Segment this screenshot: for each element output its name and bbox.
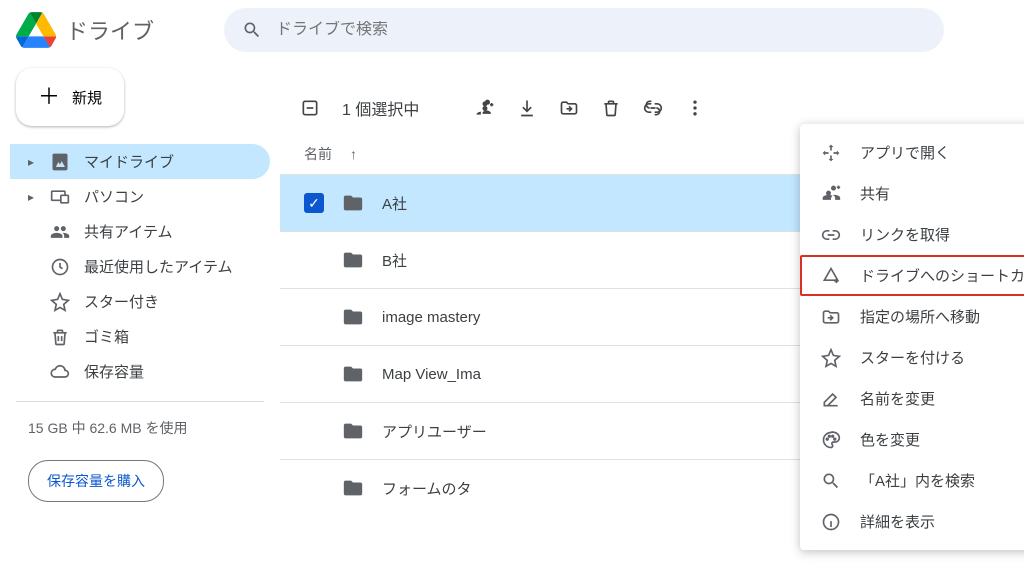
link-icon[interactable] bbox=[643, 98, 663, 118]
selection-count: 1 個選択中 bbox=[342, 96, 419, 120]
drive-icon bbox=[50, 152, 70, 172]
storage-usage-text: 15 GB 中 62.6 MB を使用 bbox=[10, 414, 270, 442]
folder-icon bbox=[342, 192, 364, 214]
folder-icon bbox=[342, 306, 364, 328]
folder-icon bbox=[342, 249, 364, 271]
row-name: image mastery bbox=[382, 309, 480, 326]
sidebar-item-shared[interactable]: 共有アイテム bbox=[10, 214, 270, 249]
menu-open-with[interactable]: アプリで開く › bbox=[800, 132, 1024, 173]
menu-label: ドライブへのショートカットを追加 bbox=[860, 265, 1024, 286]
menu-change-color[interactable]: 色を変更 › bbox=[800, 419, 1024, 460]
chevron-right-icon: ▸ bbox=[28, 155, 36, 169]
row-name: アプリユーザー bbox=[382, 421, 487, 442]
search-icon bbox=[820, 471, 842, 491]
deselect-icon[interactable] bbox=[300, 98, 320, 118]
move-icon[interactable] bbox=[559, 98, 579, 118]
folder-icon bbox=[342, 477, 364, 499]
row-name: B社 bbox=[382, 250, 407, 271]
sidebar-item-computers[interactable]: ▸ パソコン bbox=[10, 179, 270, 214]
menu-label: 詳細を表示 bbox=[860, 511, 935, 532]
sidebar-item-label: 共有アイテム bbox=[84, 221, 173, 242]
shortcut-icon bbox=[820, 266, 842, 286]
palette-icon bbox=[820, 430, 842, 450]
trash-icon bbox=[50, 327, 70, 347]
row-name: フォームのタ bbox=[382, 478, 472, 499]
column-name[interactable]: 名前 bbox=[304, 144, 332, 164]
menu-label: リンクを取得 bbox=[860, 224, 950, 245]
link-icon bbox=[820, 225, 842, 245]
menu-label: スターを付ける bbox=[860, 347, 965, 368]
plus-icon: ＋ bbox=[38, 86, 60, 108]
sort-arrow-icon[interactable]: ↑ bbox=[350, 146, 357, 162]
menu-label: 色を変更 bbox=[860, 429, 920, 450]
sidebar-item-label: 保存容量 bbox=[84, 361, 144, 382]
search-bar[interactable] bbox=[224, 8, 944, 52]
menu-label: アプリで開く bbox=[860, 142, 950, 163]
search-input[interactable] bbox=[276, 21, 926, 39]
sidebar-item-label: パソコン bbox=[84, 186, 144, 207]
clock-icon bbox=[50, 257, 70, 277]
menu-rename[interactable]: 名前を変更 bbox=[800, 378, 1024, 419]
people-icon bbox=[50, 222, 70, 242]
sidebar-item-mydrive[interactable]: ▸ マイドライブ bbox=[10, 144, 270, 179]
checkbox-icon[interactable]: ✓ bbox=[304, 193, 324, 213]
more-icon[interactable] bbox=[685, 98, 705, 118]
row-name: Map View_Ima bbox=[382, 366, 481, 383]
rename-icon bbox=[820, 389, 842, 409]
chevron-right-icon: ▸ bbox=[28, 190, 36, 204]
sidebar-item-trash[interactable]: ゴミ箱 bbox=[10, 319, 270, 354]
app-title: ドライブ bbox=[66, 14, 154, 46]
sidebar-item-label: ゴミ箱 bbox=[84, 326, 129, 347]
menu-search-within[interactable]: 「A社」内を検索 bbox=[800, 460, 1024, 501]
buy-storage-button[interactable]: 保存容量を購入 bbox=[28, 460, 164, 502]
people-icon bbox=[820, 184, 842, 204]
menu-move-to[interactable]: 指定の場所へ移動 bbox=[800, 296, 1024, 337]
menu-add-shortcut[interactable]: ドライブへのショートカットを追加 bbox=[800, 255, 1024, 296]
menu-label: 指定の場所へ移動 bbox=[860, 306, 980, 327]
menu-label: 名前を変更 bbox=[860, 388, 935, 409]
drive-logo bbox=[16, 10, 56, 50]
sidebar-item-recent[interactable]: 最近使用したアイテム bbox=[10, 249, 270, 284]
sidebar-item-label: 最近使用したアイテム bbox=[84, 256, 233, 277]
cloud-icon bbox=[50, 362, 70, 382]
star-icon bbox=[820, 348, 842, 368]
delete-icon[interactable] bbox=[601, 98, 621, 118]
row-name: A社 bbox=[382, 193, 407, 214]
new-button[interactable]: ＋ 新規 bbox=[16, 68, 124, 126]
sidebar-item-label: スター付き bbox=[84, 291, 159, 312]
context-menu: アプリで開く › 共有 リンクを取得 ドライブへのショートカットを追加 指定の場… bbox=[800, 124, 1024, 550]
folder-icon bbox=[342, 363, 364, 385]
menu-add-star[interactable]: スターを付ける bbox=[800, 337, 1024, 378]
info-icon bbox=[820, 512, 842, 532]
move-to-icon bbox=[820, 307, 842, 327]
menu-label: 「A社」内を検索 bbox=[860, 470, 975, 491]
menu-get-link[interactable]: リンクを取得 bbox=[800, 214, 1024, 255]
devices-icon bbox=[50, 187, 70, 207]
star-icon bbox=[50, 292, 70, 312]
share-icon[interactable] bbox=[475, 98, 495, 118]
menu-label: 共有 bbox=[860, 183, 890, 204]
search-icon bbox=[242, 20, 262, 40]
open-with-icon bbox=[820, 143, 842, 163]
menu-share[interactable]: 共有 bbox=[800, 173, 1024, 214]
sidebar-item-starred[interactable]: スター付き bbox=[10, 284, 270, 319]
divider bbox=[16, 401, 264, 402]
download-icon[interactable] bbox=[517, 98, 537, 118]
new-button-label: 新規 bbox=[72, 87, 102, 108]
sidebar-item-label: マイドライブ bbox=[84, 151, 174, 172]
menu-show-details[interactable]: 詳細を表示 bbox=[800, 501, 1024, 542]
folder-icon bbox=[342, 420, 364, 442]
sidebar-item-storage[interactable]: 保存容量 bbox=[10, 354, 270, 389]
